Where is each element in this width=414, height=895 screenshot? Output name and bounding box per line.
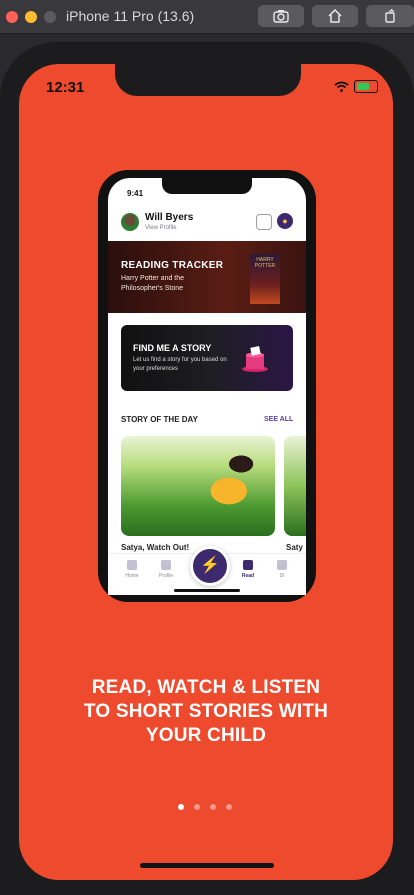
page-dot-4[interactable] — [226, 804, 232, 810]
mockup-home-indicator — [174, 589, 240, 592]
close-window-button[interactable] — [6, 11, 18, 23]
profile-name: Will Byers — [145, 212, 194, 223]
home-indicator[interactable] — [140, 863, 274, 868]
minimize-window-button[interactable] — [25, 11, 37, 23]
simulator-title: iPhone 11 Pro (13.6) — [66, 8, 195, 24]
tab-discover: Di — [268, 560, 296, 579]
avatar — [121, 213, 139, 231]
magic-hat-icon — [242, 346, 268, 372]
page-dot-3[interactable] — [210, 804, 216, 810]
page-indicator[interactable] — [178, 804, 232, 810]
onboarding-headline: READ, WATCH & LISTEN TO SHORT STORIES WI… — [19, 676, 393, 748]
notification-icon: ● — [277, 213, 293, 229]
profile-icon — [161, 560, 171, 570]
find-story-subtitle: Let us find a story for you based on you… — [133, 357, 227, 372]
home-icon — [127, 560, 137, 570]
puzzle-icon — [277, 560, 287, 570]
headline-line-2: TO SHORT STORIES WITH — [83, 701, 329, 722]
battery-icon — [354, 80, 378, 93]
lightning-fab: ⚡ — [190, 546, 230, 586]
book-icon — [243, 560, 253, 570]
headline-line-3: YOUR CHILD — [145, 725, 267, 746]
mockup-notch — [162, 178, 252, 194]
page-dot-1[interactable] — [178, 804, 184, 810]
status-time: 12:31 — [46, 79, 85, 96]
status-icons — [334, 80, 378, 93]
tab-read-label: Read — [241, 573, 255, 579]
book-cover: HARRY POTTER — [250, 254, 280, 304]
home-button[interactable] — [312, 5, 358, 27]
story-card-title-next: Saty — [286, 543, 303, 552]
device-notch — [115, 62, 301, 96]
story-card-image-next — [284, 436, 306, 536]
tab-discover-label: Di — [279, 573, 285, 579]
tab-home-label: Home — [125, 573, 139, 579]
headline-line-1: READ, WATCH & LISTEN — [91, 677, 321, 698]
tab-home: Home — [118, 560, 146, 579]
story-card-image — [121, 436, 275, 536]
tab-read: Read — [234, 560, 262, 579]
reading-tracker-title: READING TRACKER — [121, 260, 224, 271]
chat-icon — [256, 214, 272, 230]
story-of-the-day-title: STORY OF THE DAY — [121, 415, 198, 424]
see-all-link: SEE ALL — [264, 416, 294, 423]
rotate-button[interactable] — [366, 5, 414, 27]
wifi-icon — [334, 81, 349, 92]
tab-profile: Profile — [152, 560, 180, 579]
find-story-title: FIND ME A STORY — [133, 343, 212, 353]
lightning-icon: ⚡ — [200, 557, 220, 574]
story-card-title: Satya, Watch Out! — [121, 543, 190, 552]
view-profile-link: View Profile — [145, 225, 177, 231]
reading-tracker-book: Harry Potter and the Philosopher's Stone — [121, 275, 185, 292]
rotate-icon — [385, 9, 395, 23]
page-dot-2[interactable] — [194, 804, 200, 810]
zoom-window-button[interactable] — [44, 11, 56, 23]
simulator-title-bar: iPhone 11 Pro (13.6) — [0, 0, 414, 34]
home-icon — [328, 9, 342, 23]
camera-icon — [273, 10, 289, 23]
book-cover-text: HARRY POTTER — [254, 257, 276, 269]
mockup-status-time: 9:41 — [127, 189, 144, 198]
tab-profile-label: Profile — [158, 573, 174, 579]
screenshot-button[interactable] — [258, 5, 304, 27]
